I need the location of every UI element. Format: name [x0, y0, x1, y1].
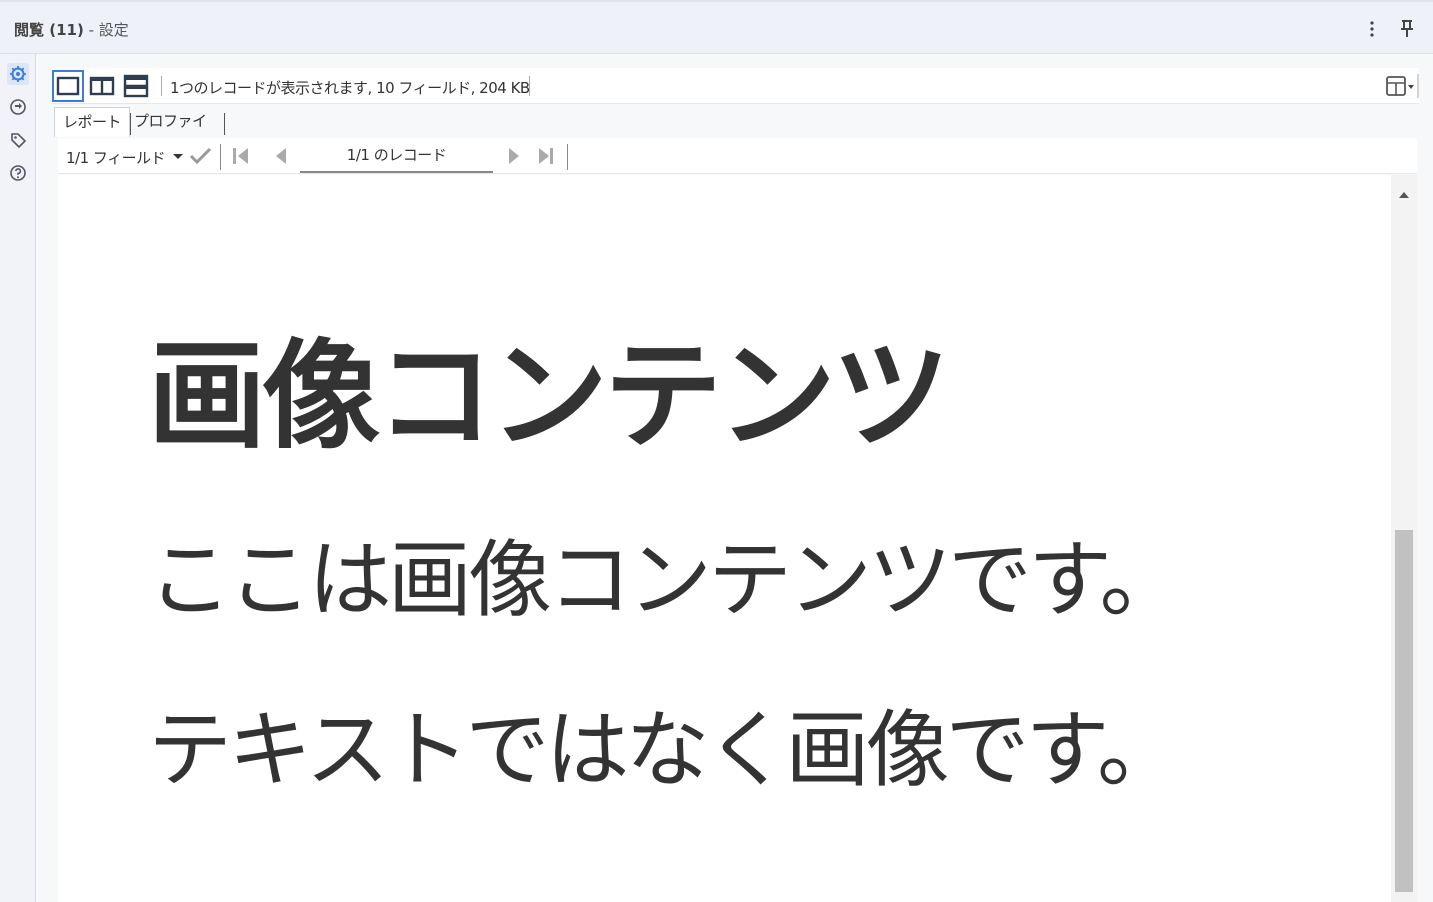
tab-report[interactable]: レポート — [54, 107, 130, 137]
next-record-icon[interactable] — [503, 146, 525, 166]
browse-panel: 1つのレコードが表示されます, 10 フィールド, 204 KB レポート プロ… — [36, 54, 1433, 902]
first-record-icon[interactable] — [230, 146, 252, 166]
nav-separator — [220, 144, 221, 170]
connection-icon[interactable] — [7, 96, 29, 118]
toolbar-separator — [161, 76, 162, 96]
nav-separator — [567, 144, 568, 170]
record-summary: 1つのレコードが表示されます, 10 フィールド, 204 KB — [170, 79, 530, 97]
more-options-icon[interactable] — [1362, 16, 1382, 42]
last-record-icon[interactable] — [535, 146, 557, 166]
tab-separator — [224, 113, 225, 135]
record-navigation-bar: 1/1 フィールド 1/1 のレコード — [58, 138, 1417, 174]
tab-profile[interactable]: プロファイル — [126, 107, 226, 158]
previous-record-icon[interactable] — [270, 146, 292, 166]
scrollbar-thumb[interactable] — [1395, 530, 1413, 892]
image-heading: 画像コンテンツ — [148, 327, 950, 465]
settings-gear-icon[interactable] — [7, 63, 29, 85]
field-selector-label: 1/1 フィールド — [66, 149, 166, 167]
split-horizontal-view-button[interactable] — [120, 70, 152, 102]
pin-icon[interactable] — [1396, 16, 1418, 42]
tag-icon[interactable] — [7, 129, 29, 151]
record-indicator[interactable]: 1/1 のレコード — [300, 139, 493, 173]
checkmark-icon[interactable] — [188, 146, 212, 166]
split-vertical-view-button[interactable] — [86, 70, 118, 102]
chevron-down-icon[interactable] — [168, 146, 190, 166]
image-preview: 画像コンテンツ ここは画像コンテンツです。 テキストではなく画像です。 — [58, 175, 1391, 902]
vertical-scrollbar[interactable] — [1391, 175, 1417, 902]
view-toolbar: 1つのレコードが表示されます, 10 フィールド, 204 KB — [52, 68, 1419, 104]
image-text-line: テキストではなく画像です。 — [148, 701, 1181, 799]
single-view-button[interactable] — [52, 70, 84, 102]
toolbar-separator — [529, 76, 530, 96]
table-options-icon[interactable] — [1381, 72, 1419, 100]
field-selector[interactable]: 1/1 フィールド — [66, 147, 166, 168]
window-title-suffix: - 設定 — [83, 21, 129, 39]
left-rail — [0, 54, 36, 902]
help-icon[interactable] — [7, 162, 29, 184]
window-title-bar: 閲覧 (11) - 設定 — [0, 0, 1433, 54]
scroll-up-icon[interactable] — [1398, 185, 1410, 198]
image-text-line: ここは画像コンテンツです。 — [148, 531, 1184, 629]
window-title-main: 閲覧 (11) — [14, 21, 84, 39]
window-title: 閲覧 (11) - 設定 — [14, 19, 129, 40]
